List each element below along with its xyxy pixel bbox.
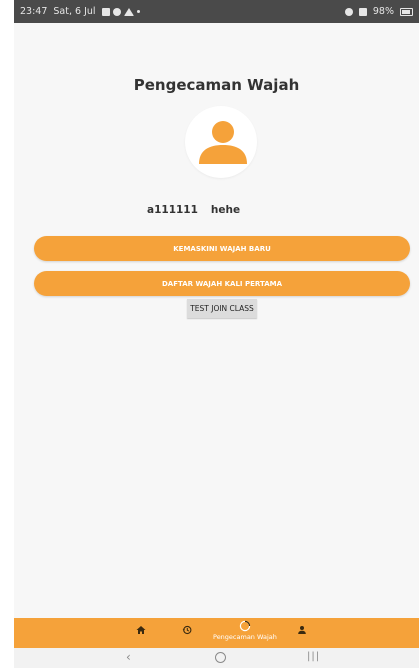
- tiktok-notification-icon: [112, 7, 121, 16]
- more-notifications-icon: [136, 10, 140, 13]
- person-icon: [298, 626, 306, 634]
- home-button-icon[interactable]: [215, 652, 226, 663]
- bottom-nav: Pengecaman Wajah: [14, 618, 419, 648]
- recent-apps-icon[interactable]: |||: [307, 651, 320, 662]
- alarm-icon: [344, 7, 353, 16]
- back-icon[interactable]: ‹: [126, 650, 131, 664]
- nav-face-recognition[interactable]: Pengecaman Wajah: [213, 620, 277, 641]
- user-info: a111111 hehe: [147, 204, 240, 216]
- status-date: Sat, 6 Jul: [53, 6, 96, 17]
- status-right: 98%: [344, 6, 413, 17]
- nav-profile[interactable]: [297, 625, 307, 635]
- nav-home[interactable]: [136, 625, 146, 635]
- face-scan-icon: [239, 620, 251, 632]
- update-face-button[interactable]: KEMASKINI WAJAH BARU: [34, 236, 410, 261]
- home-icon: [136, 626, 146, 634]
- user-id: a111111: [147, 204, 198, 216]
- status-bar: 23:47 Sat, 6 Jul 98%: [14, 0, 419, 23]
- status-left: 23:47 Sat, 6 Jul: [20, 6, 140, 17]
- status-time: 23:47: [20, 6, 48, 17]
- page-title: Pengecaman Wajah: [133, 76, 300, 94]
- register-face-button[interactable]: DAFTAR WAJAH KALI PERTAMA: [34, 271, 410, 296]
- battery-icon: [400, 7, 413, 16]
- nav-face-recognition-label: Pengecaman Wajah: [213, 633, 277, 641]
- battery-percent: 98%: [372, 6, 394, 17]
- system-navigation-bar: ‹ |||: [14, 648, 419, 668]
- history-icon: [182, 625, 192, 635]
- notification-icons: [101, 7, 140, 16]
- cloud-notification-icon: [123, 7, 134, 16]
- app-screen: 23:47 Sat, 6 Jul 98% Pengecaman Wajah a1…: [14, 0, 419, 668]
- user-name: hehe: [210, 204, 241, 216]
- test-join-class-button[interactable]: TEST JOIN CLASS: [187, 299, 257, 318]
- avatar: [185, 106, 257, 178]
- nav-history[interactable]: [182, 625, 192, 635]
- gallery-notification-icon: [101, 7, 110, 16]
- person-avatar-icon: [199, 121, 247, 164]
- signal-icon: [358, 7, 367, 16]
